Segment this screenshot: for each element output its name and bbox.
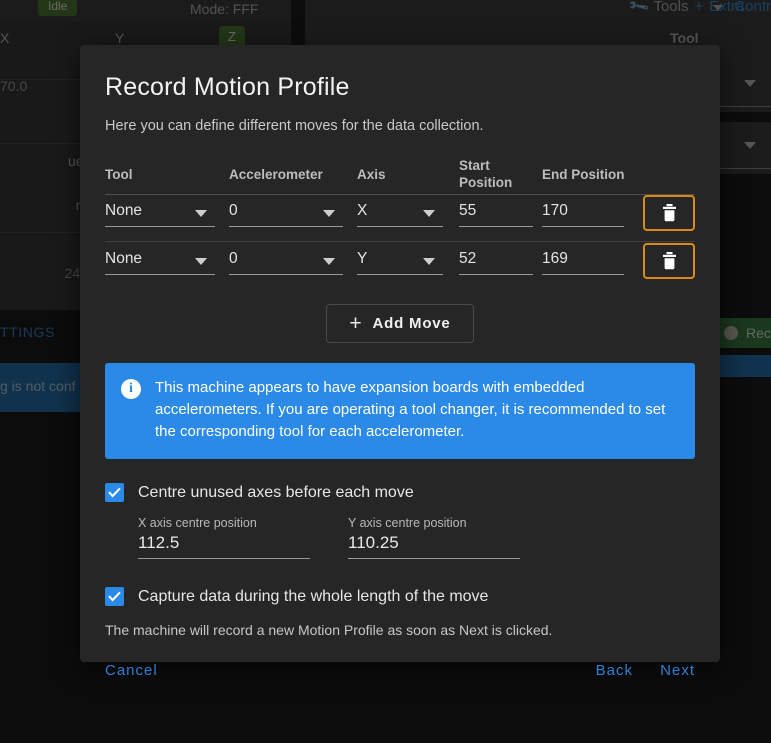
chevron-down-icon[interactable] <box>423 258 435 265</box>
tool-select-value[interactable]: None <box>105 202 142 220</box>
moves-table: Tool Accelerometer Axis Start Position E… <box>105 156 695 290</box>
column-header-axis: Axis <box>357 167 386 182</box>
moves-table-header: Tool Accelerometer Axis Start Position E… <box>105 156 695 195</box>
delete-move-button[interactable] <box>643 243 695 279</box>
input-underline <box>459 274 533 275</box>
capture-data-checkbox[interactable] <box>105 587 124 606</box>
column-header-start-position: Start Position <box>459 158 513 190</box>
column-header-tool: Tool <box>105 167 133 182</box>
input-underline <box>542 226 624 227</box>
centre-axes-checkbox[interactable] <box>105 483 124 502</box>
tool-select-value[interactable]: None <box>105 250 142 268</box>
check-icon <box>108 487 121 498</box>
end-position-input[interactable]: 169 <box>542 250 568 268</box>
screen-root: Idle Mode: FFF X Y Z 70.0 uestedeedmm/s … <box>0 0 771 743</box>
y-centre-field[interactable]: Y axis centre position 110.25 <box>348 516 520 559</box>
add-move-button[interactable]: + Add Move <box>326 304 474 343</box>
x-centre-label: X axis centre position <box>138 516 257 530</box>
y-centre-label: Y axis centre position <box>348 516 467 530</box>
dialog-title: Record Motion Profile <box>105 73 350 101</box>
add-move-label: Add Move <box>372 315 451 332</box>
input-underline <box>105 226 215 227</box>
input-underline <box>229 226 343 227</box>
table-row: None 0 X 55 170 <box>105 194 695 242</box>
record-motion-profile-dialog: Record Motion Profile Here you can defin… <box>80 45 720 679</box>
next-button[interactable]: Next <box>660 662 695 679</box>
input-underline <box>459 226 533 227</box>
add-move-row: + Add Move <box>105 304 695 343</box>
accelerometer-select-value[interactable]: 0 <box>229 250 238 268</box>
info-banner: i This machine appears to have expansion… <box>105 363 695 459</box>
centre-axes-checkbox-row[interactable]: Centre unused axes before each move <box>105 483 695 502</box>
input-underline <box>229 274 343 275</box>
axis-select-value[interactable]: Y <box>357 250 367 268</box>
chevron-down-icon[interactable] <box>323 258 335 265</box>
chevron-down-icon[interactable] <box>323 210 335 217</box>
input-underline <box>357 226 443 227</box>
capture-data-label: Capture data during the whole length of … <box>138 587 489 605</box>
chevron-down-icon[interactable] <box>195 258 207 265</box>
end-position-input[interactable]: 170 <box>542 202 568 220</box>
delete-move-button[interactable] <box>643 195 695 231</box>
axis-select-value[interactable]: X <box>357 202 367 220</box>
column-header-end-position: End Position <box>542 167 625 182</box>
chevron-down-icon[interactable] <box>195 210 207 217</box>
plus-icon: + <box>349 312 363 335</box>
info-icon: i <box>121 379 141 399</box>
table-row: None 0 Y 52 169 <box>105 242 695 290</box>
accelerometer-select-value[interactable]: 0 <box>229 202 238 220</box>
dialog-subtitle: Here you can define different moves for … <box>105 118 484 134</box>
dialog-footer: Cancel Back Next <box>105 662 695 684</box>
column-header-accelerometer: Accelerometer <box>229 167 323 182</box>
capture-data-checkbox-row[interactable]: Capture data during the whole length of … <box>105 587 695 606</box>
input-underline <box>105 274 215 275</box>
input-underline <box>357 274 443 275</box>
trash-icon <box>662 252 676 270</box>
x-centre-input[interactable]: 112.5 <box>138 533 310 558</box>
y-centre-input[interactable]: 110.25 <box>348 533 520 558</box>
info-banner-text: This machine appears to have expansion b… <box>155 379 666 440</box>
check-icon <box>108 591 121 602</box>
dialog-note: The machine will record a new Motion Pro… <box>105 622 553 638</box>
trash-icon <box>662 204 676 222</box>
back-button[interactable]: Back <box>596 662 633 679</box>
start-position-input[interactable]: 52 <box>459 250 476 268</box>
x-centre-field[interactable]: X axis centre position 112.5 <box>138 516 310 559</box>
cancel-button[interactable]: Cancel <box>105 662 158 679</box>
start-position-input[interactable]: 55 <box>459 202 476 220</box>
centre-axes-label: Centre unused axes before each move <box>138 483 414 501</box>
centre-position-fields: X axis centre position 112.5 Y axis cent… <box>105 516 695 559</box>
input-underline <box>138 558 310 559</box>
input-underline <box>542 274 624 275</box>
chevron-down-icon[interactable] <box>423 210 435 217</box>
input-underline <box>348 558 520 559</box>
